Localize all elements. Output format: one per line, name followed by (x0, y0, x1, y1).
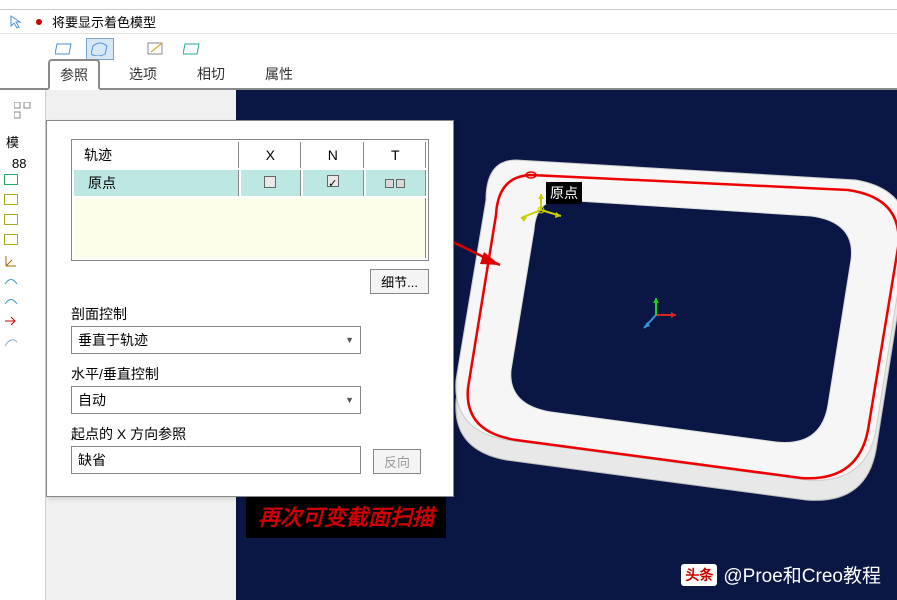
datum-icon-3[interactable] (4, 214, 20, 228)
tree-label: 模 (6, 132, 19, 151)
tree-icon[interactable] (14, 102, 32, 120)
col-t: T (366, 142, 426, 168)
table-empty-area[interactable] (74, 198, 426, 258)
trajectory-row-origin[interactable]: 原点 (74, 170, 426, 196)
status-text: 将要显示着色模型 (52, 12, 156, 31)
tab-reference[interactable]: 参照 (48, 59, 100, 90)
tab-options[interactable]: 选项 (118, 59, 168, 88)
chevron-down-icon: ▼ (345, 395, 354, 405)
datum-icon-4[interactable] (4, 234, 20, 248)
watermark-badge: 头条 (681, 564, 717, 586)
curve-icon-2[interactable] (4, 294, 20, 308)
csys-icon[interactable] (4, 254, 20, 268)
tree-number: 88 (12, 156, 26, 171)
cursor-icon (8, 13, 26, 31)
trajectory-table[interactable]: 轨迹 X N T 原点 (71, 139, 429, 261)
row-x-check[interactable] (241, 170, 302, 196)
status-bar: 将要显示着色模型 (0, 10, 897, 34)
origin-csys-icon (636, 290, 686, 340)
col-track: 轨迹 (74, 142, 239, 168)
section-control-label: 剖面控制 (71, 304, 429, 324)
row-n-check[interactable] (303, 170, 364, 196)
reverse-button[interactable]: 反向 (373, 449, 421, 474)
record-icon (30, 13, 48, 31)
col-x: X (241, 142, 302, 168)
datum-icon-2[interactable] (4, 194, 20, 208)
start-x-input[interactable]: 缺省 (71, 446, 361, 474)
watermark: 头条 @Proe和Creo教程 (681, 561, 881, 588)
row-name: 原点 (74, 170, 239, 196)
hv-control-select[interactable]: 自动 ▼ (71, 386, 361, 414)
model-tree-strip: 模 88 (0, 90, 46, 600)
detail-button[interactable]: 细节... (370, 269, 429, 294)
hv-control-label: 水平/垂直控制 (71, 364, 429, 384)
row-t-check[interactable] (366, 170, 426, 196)
curve-icon-1[interactable] (4, 274, 20, 288)
tab-bar: 参照 选项 相切 属性 (0, 64, 897, 90)
feature-arrow[interactable] (4, 314, 20, 328)
col-n: N (303, 142, 364, 168)
start-x-label: 起点的 X 方向参照 (71, 424, 429, 444)
curve-icon-3[interactable] (4, 334, 20, 348)
section-control-select[interactable]: 垂直于轨迹 ▼ (71, 326, 361, 354)
chevron-down-icon: ▼ (345, 335, 354, 345)
sketch-tool[interactable] (142, 38, 170, 60)
tab-attributes[interactable]: 属性 (254, 59, 304, 88)
origin-label-3d: 原点 (546, 182, 582, 204)
reference-panel: 轨迹 X N T 原点 细节... 剖面控制 垂直于轨迹 ▼ 水平/垂直控制 自… (46, 120, 454, 497)
datum-icon-1[interactable] (4, 174, 20, 188)
tab-tangent[interactable]: 相切 (186, 59, 236, 88)
plane-tool[interactable] (178, 38, 206, 60)
surface-tool-2[interactable] (86, 38, 114, 60)
surface-tool-1[interactable] (50, 38, 78, 60)
watermark-text: @Proe和Creo教程 (723, 561, 881, 588)
annotation-text: 再次可变截面扫描 (246, 494, 446, 538)
